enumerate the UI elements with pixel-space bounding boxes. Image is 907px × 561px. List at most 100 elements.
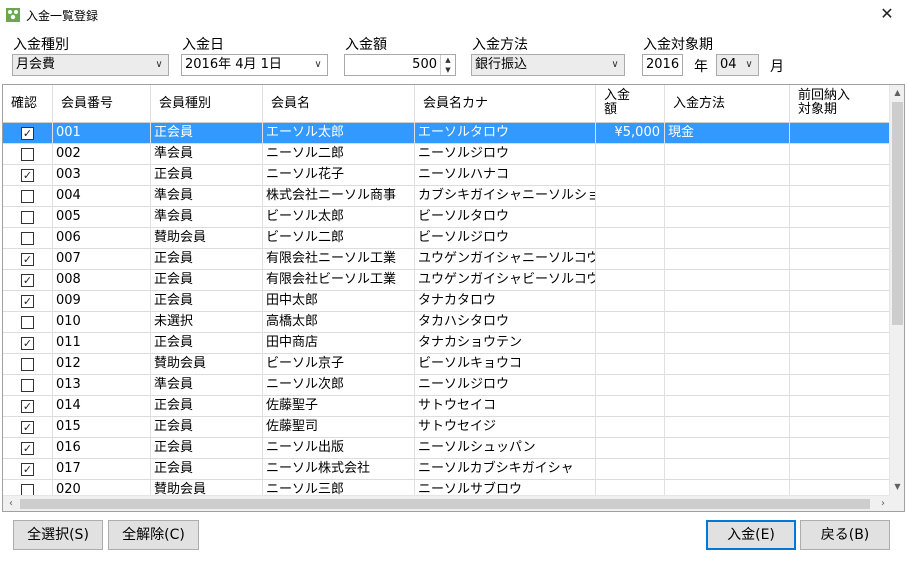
prev-period-cell xyxy=(790,270,891,291)
table-row[interactable]: 010 未選択 高橋太郎 タカハシタロウ xyxy=(3,312,891,333)
member-type-cell: 賛助会員 xyxy=(151,228,263,249)
header-member-type[interactable]: 会員種別 xyxy=(151,85,263,123)
method-cell xyxy=(665,207,790,228)
table-row[interactable]: 005 準会員 ビーソル太郎 ビーソルタロウ xyxy=(3,207,891,228)
horizontal-scrollbar[interactable]: ‹ › xyxy=(3,495,891,511)
checkbox-checked[interactable]: ✓ xyxy=(21,295,34,308)
vertical-scroll-thumb[interactable] xyxy=(892,102,903,325)
prev-period-cell xyxy=(790,438,891,459)
prev-period-cell xyxy=(790,207,891,228)
date-picker[interactable]: 2016年 4月 1日 ∨ xyxy=(181,54,328,76)
scroll-corner xyxy=(889,495,904,511)
member-type-cell: 準会員 xyxy=(151,144,263,165)
table-row[interactable]: 013 準会員 ニーソル次郎 ニーソルジロウ xyxy=(3,375,891,396)
amount-value: 500 xyxy=(412,57,437,72)
checkbox-checked[interactable]: ✓ xyxy=(21,463,34,476)
checkbox[interactable] xyxy=(21,358,34,371)
checkbox[interactable] xyxy=(21,316,34,329)
chevron-down-icon: ∨ xyxy=(155,59,163,70)
scroll-up-icon[interactable]: ▲ xyxy=(890,85,904,101)
member-no-cell: 004 xyxy=(53,186,151,207)
table-row[interactable]: 006 賛助会員 ビーソル二郎 ビーソルジロウ xyxy=(3,228,891,249)
close-icon[interactable]: ✕ xyxy=(873,2,901,26)
spin-down-icon[interactable]: ▼ xyxy=(441,65,455,75)
confirm-cell xyxy=(3,312,53,333)
member-no-cell: 016 xyxy=(53,438,151,459)
member-name-cell: 佐藤聖司 xyxy=(263,417,415,438)
chevron-down-icon: ∨ xyxy=(611,59,619,70)
checkbox-checked[interactable]: ✓ xyxy=(21,127,34,140)
header-member-name[interactable]: 会員名 xyxy=(263,85,415,123)
checkbox[interactable] xyxy=(21,211,34,224)
header-member-no[interactable]: 会員番号 xyxy=(53,85,151,123)
vertical-scrollbar[interactable]: ▲ ▼ xyxy=(889,85,904,495)
table-row[interactable]: ✓ 015 正会員 佐藤聖司 サトウセイジ xyxy=(3,417,891,438)
checkbox[interactable] xyxy=(21,190,34,203)
member-name-cell: ビーソル太郎 xyxy=(263,207,415,228)
checkbox[interactable] xyxy=(21,232,34,245)
prev-period-cell xyxy=(790,144,891,165)
checkbox-checked[interactable]: ✓ xyxy=(21,274,34,287)
header-amount[interactable]: 入金額 xyxy=(596,85,665,123)
table-row[interactable]: 002 準会員 ニーソル二郎 ニーソルジロウ xyxy=(3,144,891,165)
confirm-cell xyxy=(3,144,53,165)
period-month-value: 04 xyxy=(720,57,737,72)
scroll-left-icon[interactable]: ‹ xyxy=(3,496,19,511)
checkbox[interactable] xyxy=(21,379,34,392)
checkbox-checked[interactable]: ✓ xyxy=(21,337,34,350)
amount-label: 入金額 xyxy=(345,37,387,53)
header-confirm[interactable]: 確認 xyxy=(3,85,53,123)
deposit-button[interactable]: 入金(E) xyxy=(706,520,796,550)
member-kana-cell: サトウセイジ xyxy=(415,417,596,438)
member-type-cell: 正会員 xyxy=(151,333,263,354)
member-name-cell: ビーソル二郎 xyxy=(263,228,415,249)
kind-select[interactable]: 月会費 ∨ xyxy=(12,54,169,76)
table-row[interactable]: 012 賛助会員 ビーソル京子 ビーソルキョウコ xyxy=(3,354,891,375)
table-row[interactable]: 004 準会員 株式会社ニーソル商事 カブシキガイシャニーソルショ... xyxy=(3,186,891,207)
checkbox-checked[interactable]: ✓ xyxy=(21,421,34,434)
period-year-input[interactable]: 2016 xyxy=(642,54,683,76)
table-row[interactable]: ✓ 014 正会員 佐藤聖子 サトウセイコ xyxy=(3,396,891,417)
checkbox-checked[interactable]: ✓ xyxy=(21,169,34,182)
table-row[interactable]: ✓ 009 正会員 田中太郎 タナカタロウ xyxy=(3,291,891,312)
year-unit: 年 xyxy=(694,59,708,75)
member-name-cell: 高橋太郎 xyxy=(263,312,415,333)
table-row[interactable]: ✓ 008 正会員 有限会社ビーソル工業 ユウゲンガイシャビーソルコウ... xyxy=(3,270,891,291)
clear-all-button[interactable]: 全解除(C) xyxy=(108,520,199,550)
table-row[interactable]: ✓ 011 正会員 田中商店 タナカショウテン xyxy=(3,333,891,354)
table-row[interactable]: ✓ 007 正会員 有限会社ニーソル工業 ユウゲンガイシャニーソルコウ... xyxy=(3,249,891,270)
checkbox[interactable] xyxy=(21,148,34,161)
table-row[interactable]: ✓ 001 正会員 エーソル太郎 エーソルタロウ ¥5,000 現金 xyxy=(3,123,891,144)
period-month-select[interactable]: 04 ∨ xyxy=(716,54,759,76)
spin-up-icon[interactable]: ▲ xyxy=(441,55,455,65)
amount-cell xyxy=(596,291,665,312)
prev-period-cell xyxy=(790,375,891,396)
confirm-cell: ✓ xyxy=(3,291,53,312)
method-cell xyxy=(665,375,790,396)
member-kana-cell: タナカタロウ xyxy=(415,291,596,312)
amount-cell xyxy=(596,333,665,354)
table-row[interactable]: ✓ 017 正会員 ニーソル株式会社 ニーソルカブシキガイシャ xyxy=(3,459,891,480)
header-method[interactable]: 入金方法 xyxy=(665,85,790,123)
amount-cell xyxy=(596,396,665,417)
amount-stepper[interactable]: 500 ▲ ▼ xyxy=(344,54,456,76)
horizontal-scroll-thumb[interactable] xyxy=(20,499,870,509)
select-all-button[interactable]: 全選択(S) xyxy=(13,520,103,550)
checkbox-checked[interactable]: ✓ xyxy=(21,400,34,413)
checkbox-checked[interactable]: ✓ xyxy=(21,442,34,455)
table-row[interactable]: ✓ 003 正会員 ニーソル花子 ニーソルハナコ xyxy=(3,165,891,186)
member-kana-cell: カブシキガイシャニーソルショ... xyxy=(415,186,596,207)
header-prev-period[interactable]: 前回納入 対象期 xyxy=(790,85,891,123)
member-kana-cell: ユウゲンガイシャニーソルコウ... xyxy=(415,249,596,270)
member-grid[interactable]: 確認 会員番号 会員種別 会員名 会員名カナ 入金額 入金方法 前回納入 対象期 … xyxy=(2,84,905,512)
member-type-cell: 正会員 xyxy=(151,165,263,186)
scroll-down-icon[interactable]: ▼ xyxy=(890,479,904,495)
method-select[interactable]: 銀行振込 ∨ xyxy=(471,54,625,76)
method-cell xyxy=(665,165,790,186)
back-button[interactable]: 戻る(B) xyxy=(800,520,890,550)
prev-period-cell xyxy=(790,354,891,375)
header-member-kana[interactable]: 会員名カナ xyxy=(415,85,596,123)
table-row[interactable]: ✓ 016 正会員 ニーソル出版 ニーソルシュッパン xyxy=(3,438,891,459)
checkbox-checked[interactable]: ✓ xyxy=(21,253,34,266)
member-name-cell: 田中商店 xyxy=(263,333,415,354)
